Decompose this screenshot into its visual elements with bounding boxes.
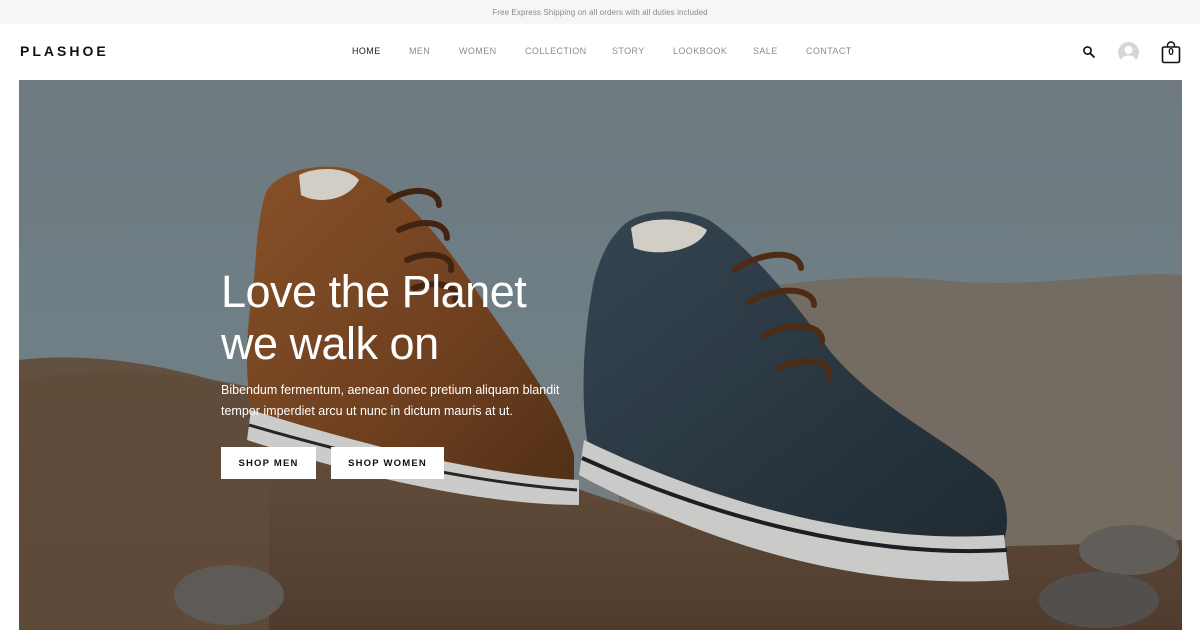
hero-title: Love the Planet we walk on (221, 266, 641, 370)
nav-item-women[interactable]: WOMEN (459, 46, 497, 56)
hero-banner: Love the Planet we walk on Bibendum ferm… (19, 80, 1182, 630)
nav-item-lookbook[interactable]: LOOKBOOK (673, 46, 727, 56)
cart-button[interactable]: 0 (1161, 40, 1181, 64)
hero-subtitle: Bibendum fermentum, aenean donec pretium… (221, 383, 560, 418)
cart-count-badge: 0 (1168, 47, 1174, 58)
announcement-text: Free Express Shipping on all orders with… (492, 7, 708, 17)
nav-item-home[interactable]: HOME (352, 46, 381, 56)
site-header: PLASHOE HOME MEN WOMEN COLLECTION STORY … (0, 24, 1200, 80)
nav-item-men[interactable]: MEN (409, 46, 430, 56)
main-nav: HOME MEN WOMEN COLLECTION STORY LOOKBOOK… (0, 46, 1200, 60)
hero-title-line2: we walk on (221, 318, 439, 369)
nav-item-collection[interactable]: COLLECTION (525, 46, 587, 56)
shop-women-button[interactable]: SHOP WOMEN (331, 447, 444, 479)
search-icon[interactable] (1082, 45, 1096, 59)
nav-item-contact[interactable]: CONTACT (806, 46, 852, 56)
announcement-bar: Free Express Shipping on all orders with… (0, 0, 1200, 24)
hero-title-line1: Love the Planet (221, 266, 527, 317)
nav-item-sale[interactable]: SALE (753, 46, 778, 56)
user-avatar-icon[interactable] (1118, 42, 1139, 63)
nav-item-story[interactable]: STORY (612, 46, 645, 56)
shop-men-button[interactable]: SHOP MEN (221, 447, 316, 479)
